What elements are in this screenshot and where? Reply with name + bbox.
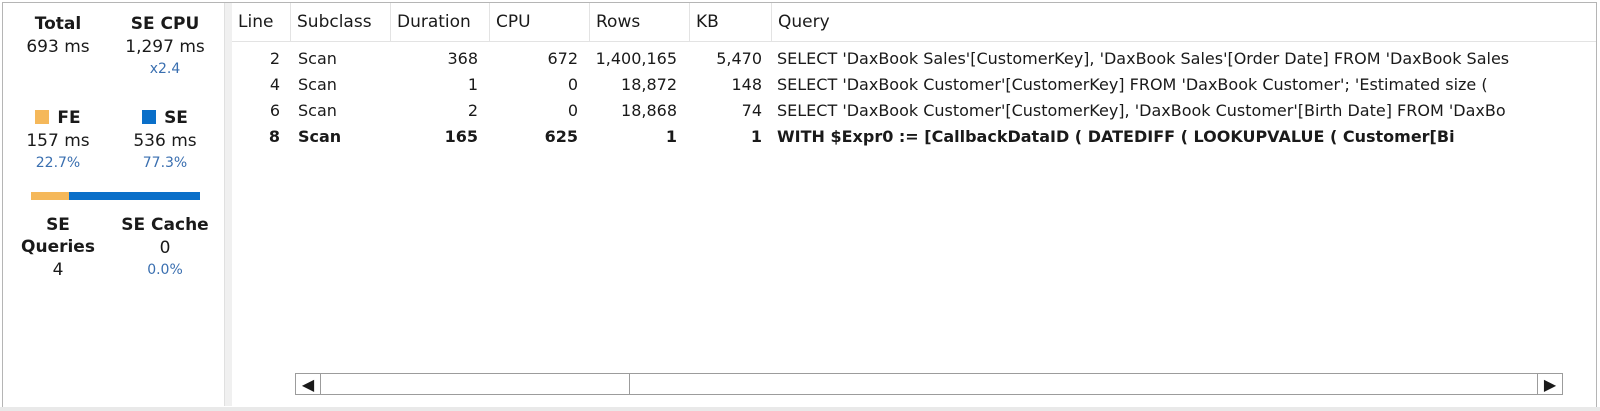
cell-cpu: 625 bbox=[544, 127, 578, 146]
se-queries-stat: SE Queries 4 bbox=[8, 214, 108, 282]
se-cpu-label: SE CPU bbox=[130, 14, 200, 34]
cell-cpu: 672 bbox=[547, 49, 578, 68]
fe-value: 157 ms bbox=[26, 131, 90, 151]
cell-cpu: 0 bbox=[567, 75, 578, 94]
cell-subclass: Scan bbox=[298, 49, 337, 68]
cell-rows: 18,868 bbox=[621, 101, 677, 120]
grid-header: Line Subclass Duration CPU Rows KB Query bbox=[232, 3, 1596, 42]
se-cpu-value: 1,297 ms bbox=[125, 37, 205, 57]
cell-line: 4 bbox=[269, 75, 280, 94]
fe-stat: FE 157 ms 22.7% bbox=[8, 107, 108, 173]
table-row[interactable]: 2 Scan 368 672 1,400,165 5,470 SELECT 'DaxBook… bbox=[232, 46, 1596, 72]
cell-cpu: 0 bbox=[567, 101, 578, 120]
se-legend-swatch bbox=[142, 110, 157, 124]
scroll-right-icon[interactable]: ▶ bbox=[1537, 374, 1562, 394]
cell-line: 6 bbox=[269, 101, 280, 120]
column-header-line[interactable]: Line bbox=[232, 3, 290, 41]
horizontal-scrollbar[interactable]: ◀ ▶ bbox=[295, 373, 1563, 395]
cell-subclass: Scan bbox=[298, 101, 337, 120]
se-queries-label: SE Queries bbox=[21, 215, 95, 257]
fe-legend-swatch bbox=[35, 110, 50, 124]
column-header-subclass[interactable]: Subclass bbox=[290, 3, 390, 41]
fe-label: FE bbox=[57, 108, 81, 128]
table-row[interactable]: 4 Scan 1 0 18,872 148 SELECT 'DaxBook Customer… bbox=[232, 72, 1596, 98]
cell-subclass: Scan bbox=[298, 75, 337, 94]
se-value: 536 ms bbox=[133, 131, 197, 151]
column-header-kb[interactable]: KB bbox=[689, 3, 771, 41]
cell-kb: 74 bbox=[741, 101, 762, 120]
se-queries-value: 4 bbox=[52, 260, 64, 280]
cell-duration: 1 bbox=[467, 75, 478, 94]
cell-subclass: Scan bbox=[298, 127, 342, 146]
panel-splitter[interactable] bbox=[224, 3, 232, 406]
column-header-duration[interactable]: Duration bbox=[390, 3, 489, 41]
cell-query: SELECT 'DaxBook Customer'[CustomerKey] F… bbox=[777, 75, 1488, 94]
summary-panel: Total 693 ms SE CPU 1,297 ms x2.4 FE 157… bbox=[3, 3, 224, 406]
cell-query: WITH $Expr0 := [CallbackDataID ( DATEDIF… bbox=[777, 127, 1455, 146]
cell-line: 8 bbox=[268, 127, 280, 146]
scroll-left-icon[interactable]: ◀ bbox=[296, 374, 320, 394]
scroll-thumb[interactable] bbox=[320, 374, 630, 394]
table-row[interactable]: 8 Scan 165 625 1 1 WITH $Expr0 := [CallbackDat… bbox=[232, 124, 1596, 150]
se-queries-grid: Line Subclass Duration CPU Rows KB Query… bbox=[232, 3, 1596, 406]
cell-kb: 148 bbox=[731, 75, 762, 94]
fe-se-ratio-bar bbox=[31, 192, 200, 200]
cell-query: SELECT 'DaxBook Sales'[CustomerKey], 'Da… bbox=[777, 49, 1510, 68]
se-cpu-stat: SE CPU 1,297 ms x2.4 bbox=[115, 13, 215, 79]
cell-rows: 1,400,165 bbox=[595, 49, 677, 68]
cell-duration: 2 bbox=[467, 101, 478, 120]
fe-ratio-fill bbox=[31, 192, 70, 200]
cell-duration: 368 bbox=[447, 49, 478, 68]
total-label: Total bbox=[34, 14, 82, 34]
column-header-cpu[interactable]: CPU bbox=[489, 3, 589, 41]
se-cache-label: SE Cache bbox=[121, 215, 209, 235]
cell-duration: 165 bbox=[444, 127, 478, 146]
cell-kb: 1 bbox=[750, 127, 762, 146]
total-stat: Total 693 ms bbox=[8, 13, 108, 59]
se-percent: 77.3% bbox=[142, 155, 188, 171]
bottom-strip bbox=[0, 407, 1600, 411]
se-stat: SE 536 ms 77.3% bbox=[115, 107, 215, 173]
cell-rows: 1 bbox=[665, 127, 677, 146]
cell-line: 2 bbox=[269, 49, 280, 68]
cell-query: SELECT 'DaxBook Customer'[CustomerKey], … bbox=[777, 101, 1506, 120]
column-header-query[interactable]: Query bbox=[771, 3, 1596, 41]
fe-percent: 22.7% bbox=[35, 155, 81, 171]
table-row[interactable]: 6 Scan 2 0 18,868 74 SELECT 'DaxBook Customer'… bbox=[232, 98, 1596, 124]
column-header-rows[interactable]: Rows bbox=[589, 3, 689, 41]
se-cpu-ratio: x2.4 bbox=[149, 61, 181, 77]
cell-kb: 5,470 bbox=[716, 49, 762, 68]
se-label: SE bbox=[164, 108, 188, 128]
se-cache-percent: 0.0% bbox=[147, 262, 183, 278]
se-cache-value: 0 bbox=[159, 238, 171, 258]
total-value: 693 ms bbox=[26, 37, 90, 57]
cell-rows: 18,872 bbox=[621, 75, 677, 94]
se-cache-stat: SE Cache 0 0.0% bbox=[115, 214, 215, 280]
